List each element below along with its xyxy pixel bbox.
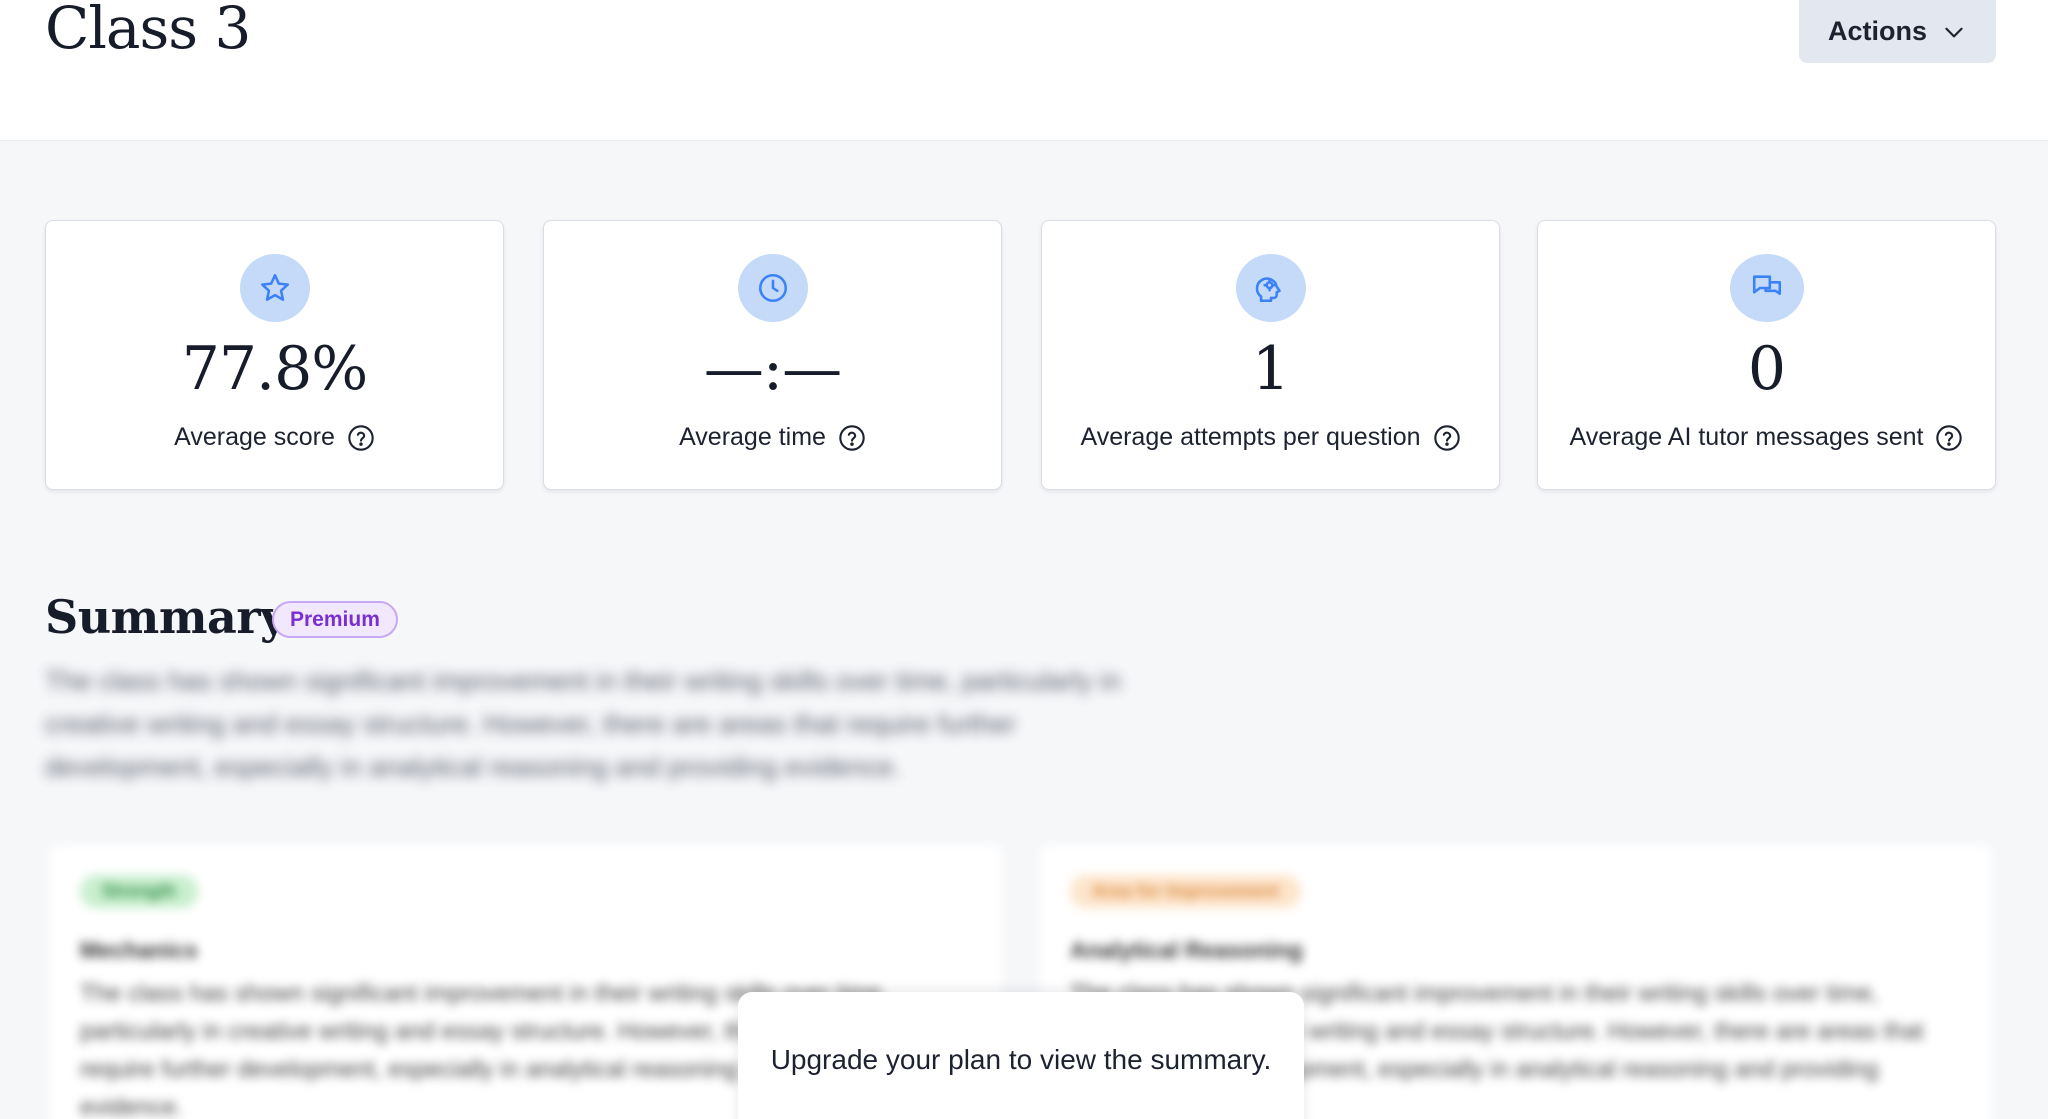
help-icon[interactable] <box>1433 424 1461 452</box>
metric-card-ai-tutor-messages: 0 Average AI tutor messages sent <box>1537 220 1996 490</box>
chat-bubbles-icon <box>1729 254 1804 322</box>
metric-value: 0 <box>1747 334 1786 404</box>
help-icon[interactable] <box>347 424 375 452</box>
actions-button-label: Actions <box>1827 16 1927 46</box>
metric-label: Average attempts per question <box>1080 423 1421 451</box>
help-icon[interactable] <box>838 424 866 452</box>
actions-button[interactable]: Actions <box>1799 0 1996 63</box>
metric-label: Average time <box>679 423 826 451</box>
summary-text: The class has shown significant improvem… <box>45 666 1121 782</box>
insight-title: Mechanics <box>80 937 198 963</box>
metrics-row: 77.8% Average score —:— Average time 1 A… <box>45 220 1996 490</box>
page-header: Class 3 Actions <box>0 0 2048 141</box>
page-title: Class 3 <box>45 0 251 62</box>
metric-card-average-attempts: 1 Average attempts per question <box>1041 220 1500 490</box>
metric-value: 1 <box>1251 334 1290 404</box>
chevron-down-icon <box>1945 27 1963 37</box>
metric-label: Average AI tutor messages sent <box>1569 423 1924 451</box>
brain-gear-icon <box>1235 254 1306 322</box>
metric-card-average-time: —:— Average time <box>543 220 1002 490</box>
metric-value: 77.8% <box>181 334 369 404</box>
insight-title: Analytical Reasoning <box>1070 937 1303 963</box>
star-icon <box>239 254 310 322</box>
clock-icon <box>737 254 808 322</box>
premium-badge: Premium <box>272 601 398 638</box>
metric-label: Average score <box>174 423 335 451</box>
upgrade-overlay: Upgrade your plan to view the summary. <box>738 992 1304 1119</box>
summary-title: Summary <box>45 590 287 644</box>
improvement-tag: Area for Improvement <box>1070 875 1302 908</box>
help-icon[interactable] <box>1935 424 1963 452</box>
metric-value: —:— <box>703 334 842 404</box>
strength-tag: Strength <box>80 875 198 908</box>
metric-card-average-score: 77.8% Average score <box>45 220 504 490</box>
upgrade-message: Upgrade your plan to view the summary. <box>770 1044 1272 1075</box>
